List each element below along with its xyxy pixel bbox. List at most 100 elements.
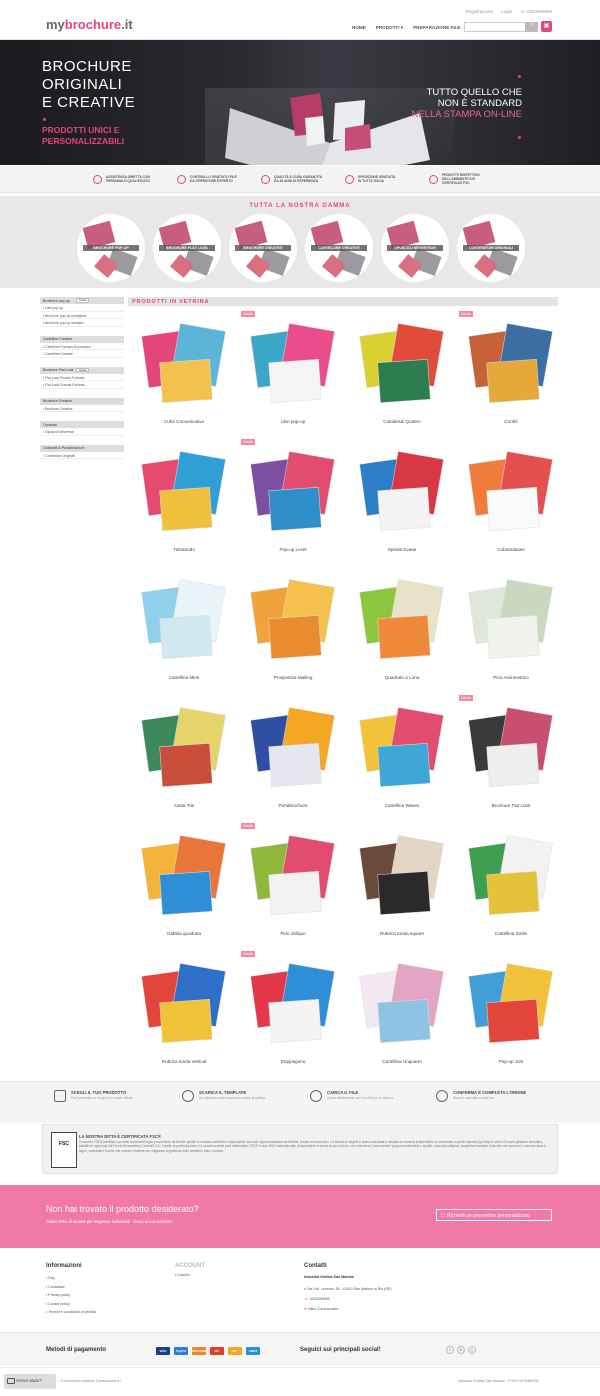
product-image[interactable]: [135, 571, 233, 671]
product-card[interactable]: Cartellina Smile: [457, 827, 565, 955]
product-name[interactable]: Pirlo obliquo: [239, 931, 347, 936]
sidebar-category[interactable]: Opuscoli: [40, 421, 124, 428]
product-name[interactable]: Quadrato a Luna: [348, 675, 456, 680]
product-name[interactable]: Pino Asimmetrico: [457, 675, 565, 680]
product-image[interactable]: [244, 443, 342, 543]
search-icon[interactable]: ⌕: [525, 22, 538, 32]
product-name[interactable]: Cubo Comunicativo: [130, 419, 238, 424]
product-card[interactable]: Cubiatredi Quattro: [348, 315, 456, 443]
product-name[interactable]: Cartellina Smile: [457, 931, 565, 936]
nav-prodotti[interactable]: PRODOTTI ▾: [376, 25, 403, 31]
sidebar-item[interactable]: • Flat Look Piccolo Formato: [40, 374, 124, 381]
product-image[interactable]: [462, 315, 560, 415]
product-image[interactable]: [462, 827, 560, 927]
facebook-icon[interactable]: f: [446, 1346, 454, 1354]
product-name[interactable]: Cunfet: [457, 419, 565, 424]
gamma-item[interactable]: OPUSCOLI NEVERTEAR: [381, 214, 449, 282]
footer-office[interactable]: ✉ Uffici Commerciale: [304, 1305, 338, 1314]
product-card[interactable]: Prospettiva Mailing: [239, 571, 347, 699]
product-card[interactable]: Pino Asimmetrico: [457, 571, 565, 699]
product-image[interactable]: [353, 315, 451, 415]
product-card[interactable]: Cartellina Waves: [348, 699, 456, 827]
product-card[interactable]: Cubo Comunicativo: [130, 315, 238, 443]
gamma-item[interactable]: CONTENITORI ORIGINALI: [457, 214, 525, 282]
footer-account-link[interactable]: • Carrello: [175, 1271, 190, 1280]
product-image[interactable]: [462, 699, 560, 799]
product-image[interactable]: [462, 443, 560, 543]
product-name[interactable]: Cubiatredi Quattro: [348, 419, 456, 424]
product-image[interactable]: [244, 955, 342, 1055]
gamma-item[interactable]: BROCHURE POP-UP: [77, 214, 145, 282]
product-card[interactable]: Quadrato a Luna: [348, 571, 456, 699]
product-card[interactable]: Novità Doppiagono: [239, 951, 347, 1083]
product-image[interactable]: [353, 571, 451, 671]
quote-request-button[interactable]: ☐ Richiedi un preventivo personalizzato: [436, 1209, 552, 1221]
product-name[interactable]: Cuboardaose: [457, 547, 565, 552]
footer-link-termini[interactable]: • Termini e condizioni di vendita: [46, 1308, 96, 1317]
footer-link-cookie[interactable]: • Cookie policy: [46, 1300, 96, 1309]
product-card[interactable]: Rubrica tonda square: [348, 827, 456, 955]
product-card[interactable]: Gabbia quadrata: [130, 827, 238, 955]
product-image[interactable]: [135, 827, 233, 927]
sidebar-item[interactable]: • Libri pop-up: [40, 304, 124, 312]
sidebar-item[interactable]: • Contenitori Originali: [40, 452, 124, 459]
sidebar-item[interactable]: • Cartelline Creative: [40, 350, 124, 358]
product-name[interactable]: Prospettiva Mailing: [239, 675, 347, 680]
product-image[interactable]: [244, 699, 342, 799]
cart-icon[interactable]: ▣: [541, 21, 552, 32]
product-image[interactable]: [353, 443, 451, 543]
sidebar-item[interactable]: • Cartelline Formato Economico: [40, 343, 124, 350]
product-name[interactable]: Libri pop-up: [239, 419, 347, 424]
product-card[interactable]: Pop-up Join: [457, 955, 565, 1083]
product-image[interactable]: [135, 955, 233, 1055]
product-image[interactable]: [244, 827, 342, 927]
product-name[interactable]: Cartellina Waves: [348, 803, 456, 808]
product-image[interactable]: [135, 699, 233, 799]
product-name[interactable]: Spirale Evasa: [348, 547, 456, 552]
product-card[interactable]: Novità Cunfet: [457, 311, 565, 443]
product-image[interactable]: [353, 955, 451, 1055]
product-name[interactable]: Tuttotondo: [130, 547, 238, 552]
nav-preparazione-file[interactable]: PREPARAZIONE FILE: [413, 25, 460, 31]
logo[interactable]: mybrochure.it: [46, 17, 133, 32]
footer-link-privacy[interactable]: • Privacy policy: [46, 1291, 96, 1300]
product-image[interactable]: [135, 443, 233, 543]
sidebar-category[interactable]: Brochure pop-up Novità: [40, 297, 124, 304]
sidebar-item[interactable]: • Brochure Creative: [40, 405, 124, 412]
nav-home[interactable]: HOME: [352, 25, 366, 31]
sidebar-category[interactable]: Brochure Flat Look Novità: [40, 366, 124, 374]
product-card[interactable]: Cuboardaose: [457, 443, 565, 571]
product-image[interactable]: [353, 699, 451, 799]
product-name[interactable]: Portabrochure: [239, 803, 347, 808]
linkedin-icon[interactable]: in: [457, 1346, 465, 1354]
gamma-item[interactable]: BROCHURE FLAT LOOK: [153, 214, 221, 282]
register-link[interactable]: Registrazione: [466, 9, 494, 15]
product-card[interactable]: Spirale Evasa: [348, 443, 456, 571]
sidebar-category[interactable]: Cofanetti & Portabrochure: [40, 444, 124, 452]
product-card[interactable]: Novità Pop-up Level: [239, 439, 347, 571]
gamma-item[interactable]: BROCHURE CREATIVE: [229, 214, 297, 282]
product-card[interactable]: Azeta Tris: [130, 699, 238, 827]
sidebar-item[interactable]: • Opuscoli Nevertear: [40, 428, 124, 436]
product-card[interactable]: Cartellina Mine: [130, 571, 238, 699]
product-name[interactable]: Pop-up Level: [239, 547, 347, 552]
product-name[interactable]: Azeta Tris: [130, 803, 238, 808]
footer-link-contattaci[interactable]: • Contattaci: [46, 1283, 96, 1292]
product-image[interactable]: [244, 315, 342, 415]
product-name[interactable]: Cartellina Unquarto: [348, 1059, 456, 1064]
product-name[interactable]: Doppiagono: [239, 1059, 347, 1064]
sidebar-item[interactable]: • Brochure pop-up complessi: [40, 312, 124, 319]
product-card[interactable]: Novità Brochure Flat Look: [457, 695, 565, 827]
product-card[interactable]: Novità Libri pop-up: [239, 311, 347, 443]
product-image[interactable]: [244, 571, 342, 671]
product-name[interactable]: Rubrica tonda vertical: [130, 1059, 238, 1064]
gamma-item[interactable]: CARTELLINE CREATIVE: [305, 214, 373, 282]
instagram-icon[interactable]: ◎: [468, 1346, 476, 1354]
product-card[interactable]: Portabrochure: [239, 699, 347, 827]
footer-phone[interactable]: ☏ 0523998998: [304, 1295, 330, 1304]
product-card[interactable]: Novità Pirlo obliquo: [239, 823, 347, 955]
product-name[interactable]: Rubrica tonda square: [348, 931, 456, 936]
product-image[interactable]: [462, 955, 560, 1055]
product-card[interactable]: Rubrica tonda vertical: [130, 955, 238, 1083]
sidebar-category[interactable]: Brochure Creative: [40, 397, 124, 405]
